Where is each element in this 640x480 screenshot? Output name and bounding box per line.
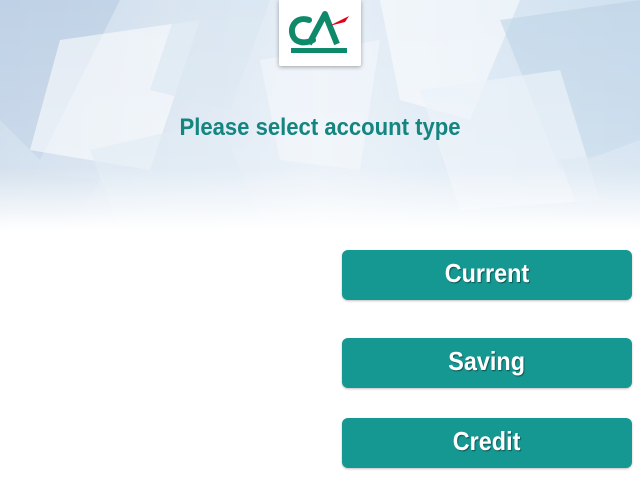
saving-account-label: Saving	[448, 346, 526, 376]
bank-logo	[279, 0, 361, 66]
current-account-label: Current	[444, 258, 530, 288]
saving-account-button[interactable]: Saving	[342, 338, 632, 388]
credit-account-button[interactable]: Credit	[342, 418, 632, 468]
page-title: Please select account type	[179, 114, 461, 141]
account-type-screen: Please select account type Current Savin…	[0, 0, 640, 480]
background-pattern	[0, 0, 640, 480]
credit-account-label: Credit	[453, 426, 521, 456]
credit-agricole-logo-icon	[289, 11, 349, 53]
current-account-button[interactable]: Current	[342, 250, 632, 300]
